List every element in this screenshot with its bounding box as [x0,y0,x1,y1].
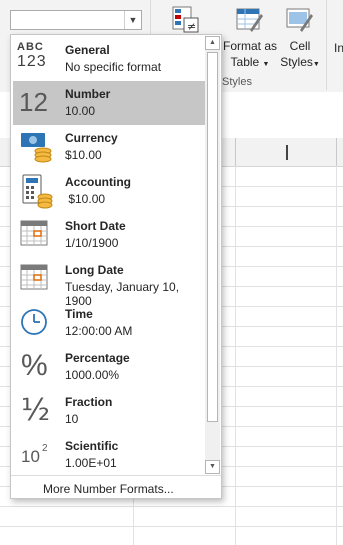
format-option-sample: 1/10/1900 [65,236,119,250]
format-option-currency[interactable]: Currency $10.00 [13,125,205,169]
gridline [235,166,236,545]
conditional-formatting-icon[interactable]: ≠ [172,6,200,34]
format-option-sample: $10.00 [65,148,102,162]
format-option-name: Time [65,307,93,321]
percent-glyph: % [21,349,48,382]
styles-group-label: Styles [222,76,252,88]
format-option-name: Currency [65,131,118,145]
chevron-down-icon[interactable]: ▼ [124,11,141,29]
format-option-name: Scientific [65,439,119,453]
format-option-sample: 10.00 [65,104,96,118]
scroll-up-icon[interactable]: ▲ [205,36,220,50]
format-option-short-date[interactable]: Short Date 1/10/1900 [13,213,205,257]
abc-123-icon: ABC 123 [17,41,57,77]
percent-icon: % [17,349,57,385]
scroll-thumb[interactable] [207,52,218,422]
format-option-sample: $10.00 [65,192,106,206]
insert-button-partial[interactable]: In [334,40,343,56]
accounting-icon [17,173,57,209]
number-format-combo[interactable]: ▼ [10,10,142,30]
gridline [336,166,337,545]
dropdown-scrollbar[interactable]: ▲ ▼ [205,36,220,474]
format-option-time[interactable]: Time 12:00:00 AM [13,301,205,345]
ribbon-separator [326,0,327,90]
format-as-table-label-2: Table ▼ [230,55,270,69]
format-option-name: Percentage [65,351,130,365]
format-option-long-date[interactable]: Long Date Tuesday, January 10, 1900 [13,257,205,308]
gridline [0,526,343,527]
gridline [0,506,343,507]
cell-styles-button[interactable]: Cell Styles▼ [280,6,320,73]
column-header-divider[interactable] [336,138,337,166]
format-as-table-label-1: Format as [222,39,277,53]
number-format-dropdown: ABC 123 General No specific format 12 Nu… [10,34,222,499]
format-option-fraction[interactable]: ½ Fraction 10 [13,389,205,433]
currency-icon [17,129,57,165]
format-option-sample: 1.00E+01 [65,456,117,470]
abc-glyph: ABC [17,41,44,53]
format-option-percentage[interactable]: % Percentage 1000.00% [13,345,205,389]
more-number-formats-link[interactable]: More Number Formats... [43,482,174,496]
fraction-glyph: ½ [21,393,51,428]
twelve-glyph: 12 [19,87,48,117]
exponent-glyph: 2 [42,443,48,454]
format-option-name: Accounting [65,175,131,189]
format-option-sample: No specific format [65,60,162,74]
clock-icon [17,305,57,341]
format-option-name: Short Date [65,219,126,233]
column-header-divider[interactable] [235,138,236,166]
calendar-icon [17,261,57,297]
ten-glyph: 10 [21,447,40,466]
format-option-number[interactable]: 12 Number 10.00 [13,81,205,125]
format-option-general[interactable]: ABC 123 General No specific format [13,37,205,81]
format-option-accounting[interactable]: Accounting $10.00 [13,169,205,213]
format-option-sample: 1000.00% [65,368,120,382]
number-12-icon: 12 [17,85,57,121]
format-as-table-button[interactable]: Format as Table ▼ [222,6,278,73]
format-option-name: Number [65,87,111,101]
123-glyph: 123 [17,53,47,70]
format-option-name: General [65,43,110,57]
cell-styles-icon [286,6,314,34]
divider [11,475,221,476]
scroll-down-icon[interactable]: ▼ [205,460,220,474]
cell-styles-label-2: Styles▼ [280,55,320,69]
fraction-icon: ½ [17,393,57,429]
text-cursor-icon [286,145,288,160]
format-option-scientific[interactable]: 10 2 Scientific 1.00E+01 [13,433,205,477]
format-option-sample: 10 [65,412,79,426]
scientific-icon: 10 2 [17,437,57,473]
format-table-icon [236,6,264,34]
svg-text:≠: ≠ [187,20,196,33]
format-option-sample: 12:00:00 AM [65,324,133,338]
dropdown-caret-icon: ▼ [262,61,270,68]
calendar-icon [17,217,57,253]
dropdown-caret-icon: ▼ [312,61,320,68]
format-option-name: Fraction [65,395,113,409]
cell-styles-label-1: Cell [289,39,311,53]
format-option-name: Long Date [65,263,124,277]
